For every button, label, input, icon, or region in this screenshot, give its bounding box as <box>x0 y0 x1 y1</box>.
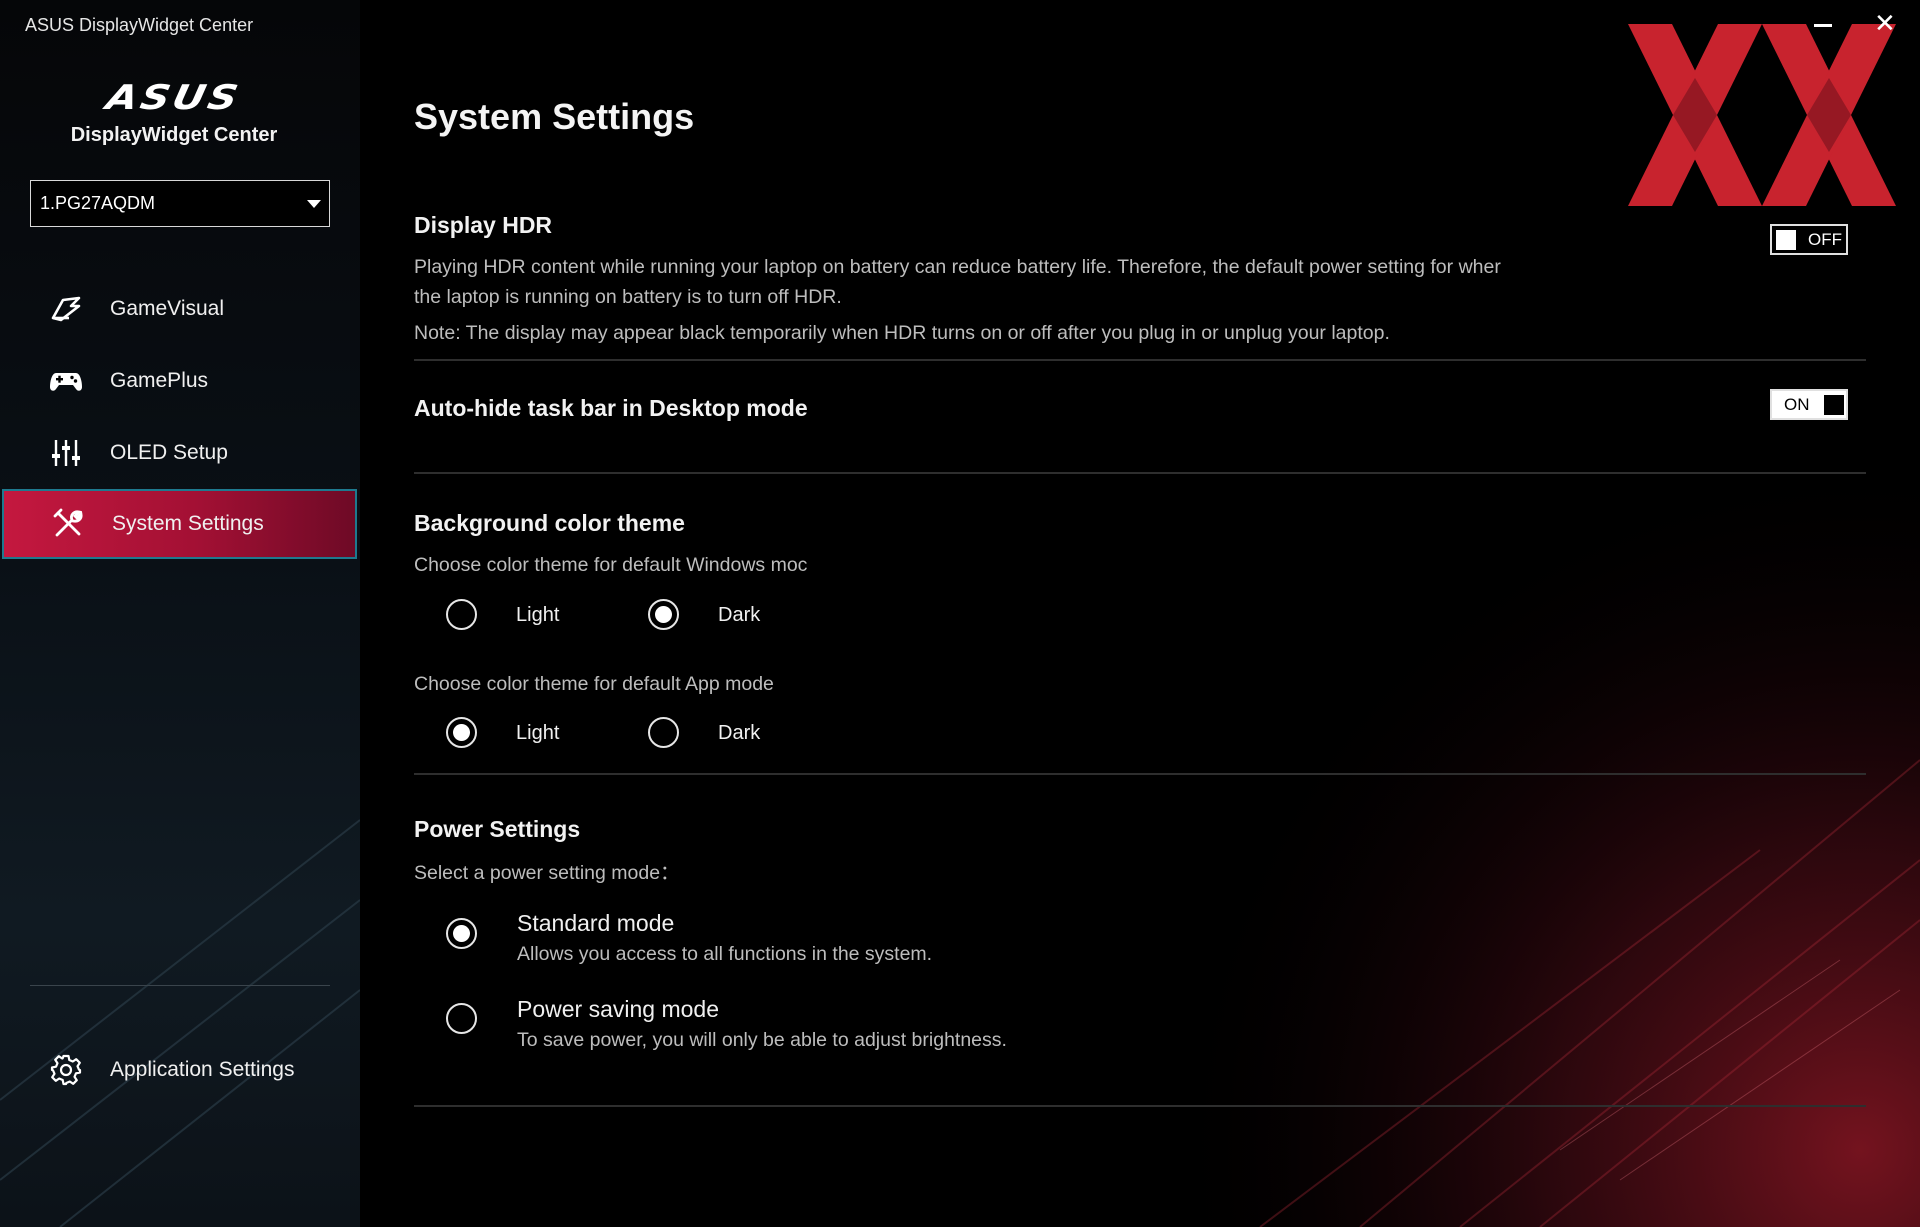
toggle-label: ON <box>1784 394 1810 414</box>
monitor-select[interactable]: 1.PG27AQDM <box>30 180 330 227</box>
page-title: System Settings <box>414 96 695 137</box>
windows-theme-light-label: Light <box>516 604 560 626</box>
minimize-button[interactable] <box>1812 10 1838 36</box>
toggle-knob <box>1776 229 1796 250</box>
power-saving-mode-radio[interactable] <box>446 1003 477 1034</box>
nav-item-gameplus[interactable]: GamePlus <box>2 346 357 416</box>
nav-item-label: GamePlus <box>110 369 209 392</box>
tools-icon <box>48 504 88 544</box>
app-theme-dark-radio[interactable] <box>648 717 679 748</box>
section-divider <box>414 1105 1866 1107</box>
asus-logo: ASUS <box>103 78 245 118</box>
power-mode-prompt: Select a power setting mode： <box>414 862 680 884</box>
app-theme-light-label: Light <box>516 722 560 744</box>
display-hdr-description: Playing HDR content while running your l… <box>414 256 1501 278</box>
windows-theme-light-radio[interactable] <box>446 599 477 630</box>
monitor-select-value: 1.PG27AQDM <box>40 193 156 213</box>
display-hdr-note: Note: The display may appear black tempo… <box>414 322 1390 344</box>
close-button[interactable]: ✕ <box>1874 10 1900 36</box>
section-divider <box>414 359 1866 361</box>
gear-icon <box>46 1050 86 1090</box>
nav-item-gamevisual[interactable]: GameVisual <box>2 274 357 344</box>
toggle-label: OFF <box>1808 229 1842 249</box>
standard-mode-radio[interactable] <box>446 918 477 949</box>
app-name: DisplayWidget Center <box>70 124 278 146</box>
window-title: ASUS DisplayWidget Center <box>25 15 254 35</box>
rog-xx-logo <box>1628 24 1896 206</box>
nav-item-label: OLED Setup <box>110 441 228 464</box>
standard-mode-description: Allows you access to all functions in th… <box>517 943 933 965</box>
windows-theme-dark-label: Dark <box>718 604 761 626</box>
app-theme-prompt: Choose color theme for default App mode <box>414 673 774 695</box>
background-theme-title: Background color theme <box>414 510 685 536</box>
sliders-icon <box>46 433 86 473</box>
app-theme-dark-label: Dark <box>718 722 761 744</box>
app-window: ASUS DisplayWidget Center ASUS DisplayWi… <box>0 0 1920 1227</box>
nav-item-system-settings[interactable]: System Settings <box>2 489 357 559</box>
display-hdr-title: Display HDR <box>414 212 553 238</box>
section-divider <box>414 773 1866 775</box>
nav-item-label: Application Settings <box>110 1058 295 1081</box>
sidebar: ASUS DisplayWidget Center ASUS DisplayWi… <box>0 0 360 1227</box>
power-saving-mode-title: Power saving mode <box>517 996 719 1022</box>
auto-hide-taskbar-title: Auto-hide task bar in Desktop mode <box>414 395 808 421</box>
nav-item-label: GameVisual <box>110 297 225 320</box>
toggle-knob <box>1823 394 1844 415</box>
nav-item-label: System Settings <box>112 512 264 535</box>
power-saving-mode-description: To save power, you will only be able to … <box>517 1029 1007 1051</box>
chevron-down-icon <box>307 200 321 208</box>
power-settings-title: Power Settings <box>414 816 581 842</box>
display-hdr-toggle[interactable]: OFF <box>1770 224 1848 255</box>
standard-mode-title: Standard mode <box>517 910 675 936</box>
nav-item-oled-setup[interactable]: OLED Setup <box>2 418 357 488</box>
display-hdr-description-cont: the laptop is running on battery is to t… <box>414 286 842 308</box>
app-logo: ASUS DisplayWidget Center <box>0 78 348 147</box>
app-theme-light-radio[interactable] <box>446 717 477 748</box>
gamepad-icon <box>46 361 86 401</box>
gamevisual-icon <box>46 289 86 329</box>
auto-hide-taskbar-toggle[interactable]: ON <box>1770 389 1848 420</box>
nav-item-application-settings[interactable]: Application Settings <box>2 1035 357 1105</box>
windows-theme-prompt: Choose color theme for default Windows m… <box>414 554 808 576</box>
sidebar-divider <box>30 985 330 986</box>
section-divider <box>414 472 1866 474</box>
windows-theme-dark-radio[interactable] <box>648 599 679 630</box>
